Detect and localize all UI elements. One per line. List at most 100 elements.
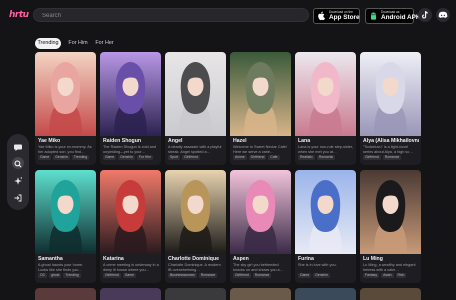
character-portrait bbox=[295, 170, 356, 254]
tag-chip[interactable]: Genshin bbox=[118, 155, 135, 160]
tag-chip[interactable]: Girlfriend bbox=[363, 155, 381, 160]
tag-chip[interactable]: For Him bbox=[136, 155, 153, 160]
character-card[interactable]: Katarina A crime meeting is underway in a… bbox=[100, 170, 161, 283]
app-store-button[interactable]: Download on the App Store bbox=[313, 8, 360, 24]
logo-mark: hrtu bbox=[9, 10, 30, 20]
character-name: Charlotte Dominique bbox=[168, 256, 220, 262]
tab-for-him[interactable]: For Him bbox=[66, 38, 90, 49]
apple-icon bbox=[318, 11, 325, 21]
chat-icon bbox=[14, 144, 22, 151]
character-description: The Raiden Shogun is cold and unyielding… bbox=[103, 145, 156, 154]
character-portrait bbox=[360, 170, 421, 254]
character-card-peek[interactable] bbox=[295, 288, 356, 300]
tag-chip[interactable]: Game bbox=[122, 273, 136, 278]
tag-chip[interactable]: Genshin bbox=[53, 155, 70, 160]
tag-chip[interactable]: OC bbox=[38, 273, 48, 278]
character-name: Angel bbox=[168, 138, 183, 144]
tag-chip[interactable]: Sport bbox=[168, 155, 181, 160]
tag-chip[interactable]: Rich bbox=[395, 273, 407, 278]
character-name: Yae Miko bbox=[38, 138, 61, 144]
apk-label: Android APK bbox=[381, 14, 421, 21]
tag-chip[interactable]: Romance bbox=[198, 273, 218, 278]
search-input[interactable] bbox=[42, 10, 302, 21]
character-card[interactable]: Hazel Welcome to Sweet Nectar Cafe! Here … bbox=[230, 52, 291, 165]
character-card[interactable]: Lu Ming Lu Ming, a wealthy and elegant he… bbox=[360, 170, 421, 283]
character-name: Lana bbox=[298, 138, 311, 144]
character-portrait bbox=[35, 170, 96, 254]
tag-chip[interactable]: Anime bbox=[233, 155, 247, 160]
character-name: Alya (Alisa Mikhailovna... bbox=[363, 138, 419, 144]
discord-button[interactable] bbox=[436, 8, 450, 22]
tag-chip[interactable]: Game bbox=[103, 155, 117, 160]
top-bar: hrtu Download on the App Store Download … bbox=[0, 0, 456, 32]
character-card-peek[interactable] bbox=[165, 288, 226, 300]
tag-chip[interactable]: Trending bbox=[71, 155, 90, 160]
tag-chip[interactable]: Romance bbox=[252, 273, 272, 278]
tag-chip[interactable]: Romantic bbox=[316, 155, 336, 160]
tag-chip[interactable]: Girlfriend bbox=[103, 273, 121, 278]
tag-chip[interactable]: ghost bbox=[49, 273, 62, 278]
tiktok-button[interactable] bbox=[418, 8, 432, 22]
character-portrait bbox=[165, 170, 226, 254]
character-card[interactable]: Alya (Alisa Mikhailovna... "Tookeluvu" is… bbox=[360, 52, 421, 165]
character-description: Lu Ming, a wealthy and elegant heiress w… bbox=[363, 263, 416, 272]
tag-chip[interactable]: Genshin bbox=[313, 273, 330, 278]
character-description: Yae Miko is your ex-mommy. As her adopte… bbox=[38, 145, 92, 154]
tag-chip[interactable]: Asian bbox=[381, 273, 394, 278]
tag-list: Girlfriend Game bbox=[103, 273, 138, 279]
character-portrait bbox=[230, 52, 291, 136]
tag-chip[interactable]: Romance bbox=[382, 155, 402, 160]
tab-trending[interactable]: Trending bbox=[35, 38, 61, 49]
tag-chip[interactable]: Game bbox=[38, 155, 52, 160]
search-icon bbox=[14, 160, 22, 168]
tag-chip[interactable]: Realistic bbox=[298, 155, 315, 160]
tag-list: Girlfriend Romance bbox=[233, 273, 273, 279]
character-card-peek[interactable] bbox=[100, 288, 161, 300]
character-portrait bbox=[100, 52, 161, 136]
svg-text:hrtu: hrtu bbox=[9, 10, 29, 19]
rail-search-button[interactable] bbox=[12, 157, 24, 169]
character-card-peek[interactable] bbox=[35, 288, 96, 300]
character-portrait bbox=[100, 170, 161, 254]
tag-chip[interactable]: Cafe bbox=[268, 155, 280, 160]
rail-create-button[interactable] bbox=[12, 174, 24, 186]
character-card[interactable]: Lana Lana is your non-rule step-sister, w… bbox=[295, 52, 356, 165]
character-description: "Tookeluvu" is a light-novel series abou… bbox=[363, 145, 414, 154]
tiktok-icon bbox=[422, 11, 428, 19]
rail-login-button[interactable] bbox=[12, 191, 24, 203]
tag-list: Businesswoman Romance bbox=[168, 273, 219, 279]
character-name: Raiden Shogun bbox=[103, 138, 142, 144]
character-description: Lana is your non-rule step-sister, when … bbox=[298, 145, 354, 154]
character-card[interactable]: Raiden Shogun The Raiden Shogun is cold a… bbox=[100, 52, 161, 165]
tag-list: Game Genshin Trending bbox=[38, 155, 91, 161]
character-card-peek[interactable] bbox=[360, 288, 421, 300]
tag-chip[interactable]: Businesswoman bbox=[168, 273, 197, 278]
rail-chat-button[interactable] bbox=[12, 140, 24, 152]
android-icon bbox=[371, 12, 376, 20]
app-store-label: App Store bbox=[329, 14, 360, 21]
tag-chip[interactable]: Girlfriend bbox=[248, 155, 267, 160]
tab-for-her[interactable]: For Her bbox=[93, 38, 116, 49]
tag-chip[interactable]: Girlfriend bbox=[233, 273, 251, 278]
tag-chip[interactable]: Trending bbox=[63, 273, 81, 278]
character-card[interactable]: Yae Miko Yae Miko is your ex-mommy. As he… bbox=[35, 52, 96, 165]
character-card[interactable]: Charlotte Dominique Charlotte Dominique. … bbox=[165, 170, 226, 283]
tag-list: Game Genshin For Him bbox=[103, 155, 155, 161]
tag-chip[interactable]: Game bbox=[298, 273, 312, 278]
tag-list: Sport Girlfriend bbox=[168, 155, 202, 161]
tag-list: Realistic Romantic bbox=[298, 155, 337, 161]
tag-list: Anime Girlfriend Cafe bbox=[233, 155, 282, 161]
character-card[interactable]: Furina She is in love with you. Game Genshi… bbox=[295, 170, 356, 283]
tag-list: OC ghost Trending bbox=[38, 273, 83, 279]
character-card[interactable]: Aspen The sky girl you befriended knocks … bbox=[230, 170, 291, 283]
character-card[interactable]: Samantha A ghost haunts your home. Looks … bbox=[35, 170, 96, 283]
tag-chip[interactable]: Girlfriend bbox=[182, 155, 200, 160]
sparkle-icon bbox=[14, 177, 22, 185]
tag-list: Girlfriend Romance bbox=[363, 155, 403, 161]
brand-logo[interactable]: hrtu bbox=[9, 8, 30, 22]
tag-chip[interactable]: Fantasy bbox=[363, 273, 380, 278]
android-apk-button[interactable]: Download as Android APK bbox=[365, 8, 421, 24]
character-card[interactable]: Angel A deadly assassin with a playful st… bbox=[165, 52, 226, 165]
character-card-peek[interactable] bbox=[230, 288, 291, 300]
search-bar[interactable] bbox=[33, 8, 309, 22]
